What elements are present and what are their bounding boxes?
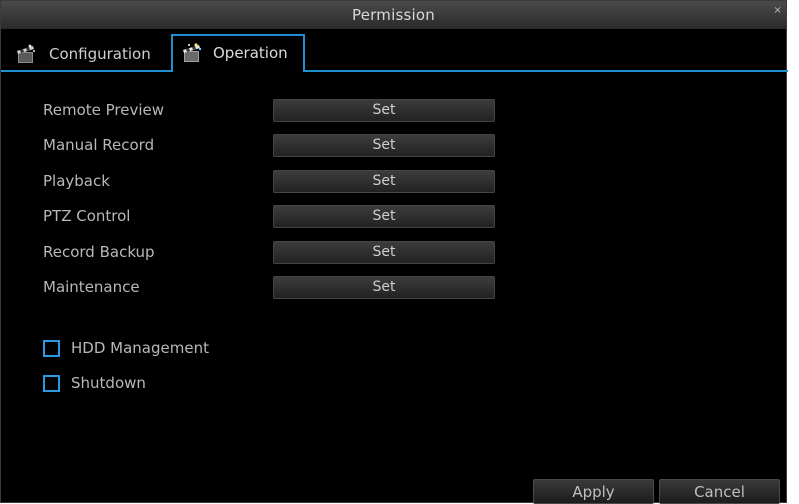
tab-bar: Configuration Operation: [1, 34, 788, 72]
set-button[interactable]: Set: [273, 169, 495, 193]
checkbox-box[interactable]: [43, 374, 60, 392]
checkbox-shutdown[interactable]: Shutdown: [43, 372, 146, 394]
tab-underline: [1, 70, 788, 72]
permission-row-remote-preview: Remote Preview Set: [43, 97, 495, 123]
set-button[interactable]: Set: [273, 133, 495, 157]
cancel-button[interactable]: Cancel: [659, 479, 780, 504]
film-clapper-icon: [17, 44, 35, 63]
tab-label: Operation: [213, 44, 288, 62]
permission-row-record-backup: Record Backup Set: [43, 239, 495, 265]
set-button[interactable]: Set: [273, 98, 495, 122]
permission-label: Manual Record: [43, 136, 155, 154]
checkbox-box[interactable]: [43, 339, 60, 357]
title-bar: Permission ×: [1, 1, 786, 29]
permission-label: PTZ Control: [43, 207, 131, 225]
film-clapper-icon: [183, 43, 202, 62]
permission-label: Playback: [43, 172, 110, 190]
set-button[interactable]: Set: [273, 240, 495, 264]
permission-row-playback: Playback Set: [43, 168, 495, 194]
checkbox-label: HDD Management: [71, 339, 209, 357]
checkbox-hdd-management[interactable]: HDD Management: [43, 337, 209, 359]
tab-configuration[interactable]: Configuration: [9, 37, 169, 71]
window-title: Permission: [352, 6, 435, 24]
set-button[interactable]: Set: [273, 275, 495, 299]
permission-row-ptz-control: PTZ Control Set: [43, 203, 495, 229]
tab-label: Configuration: [49, 45, 151, 63]
apply-button[interactable]: Apply: [533, 479, 654, 504]
permission-row-maintenance: Maintenance Set: [43, 274, 495, 300]
close-icon[interactable]: ×: [773, 5, 782, 16]
permission-label: Remote Preview: [43, 101, 165, 119]
permission-label: Maintenance: [43, 278, 140, 296]
checkbox-label: Shutdown: [71, 374, 146, 392]
permission-row-manual-record: Manual Record Set: [43, 132, 495, 158]
tab-operation[interactable]: Operation: [171, 34, 305, 70]
permission-dialog: Permission × Configuration Operation Rem…: [0, 0, 788, 504]
set-button[interactable]: Set: [273, 204, 495, 228]
permission-label: Record Backup: [43, 243, 155, 261]
